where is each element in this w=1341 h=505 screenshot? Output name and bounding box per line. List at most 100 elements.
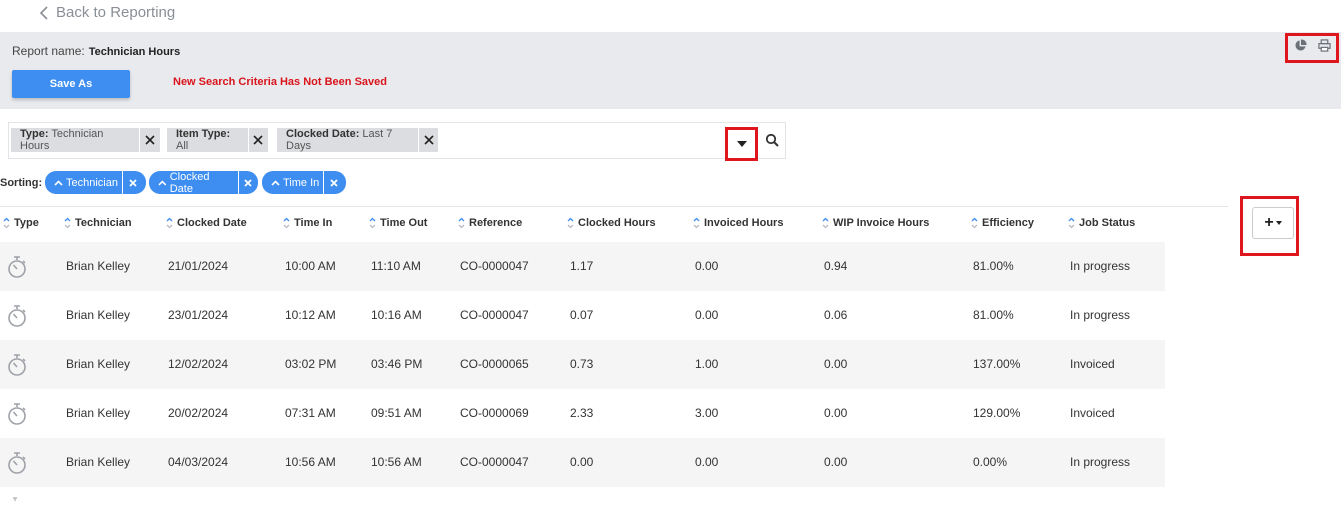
- chart-button[interactable]: [1294, 39, 1307, 57]
- add-column-button[interactable]: +: [1252, 207, 1294, 239]
- remove-filter-clocked-date-button[interactable]: [418, 128, 438, 152]
- chevron-up-icon: [271, 179, 280, 186]
- table-cell: CO-0000065: [460, 357, 529, 371]
- column-header[interactable]: Type: [3, 217, 39, 229]
- table-cell: 12/02/2024: [168, 357, 229, 371]
- sort-icon: [458, 217, 465, 229]
- filter-chip-value: All: [176, 140, 189, 152]
- column-header[interactable]: Time Out: [369, 217, 427, 229]
- close-icon: [145, 135, 155, 145]
- table-row[interactable]: Brian Kelley 20/02/2024 07:31 AM 09:51 AM CO…: [0, 389, 1165, 438]
- table-cell: CO-0000047: [460, 308, 529, 322]
- sort-pill-label: Time In: [283, 176, 320, 189]
- sort-icon: [693, 217, 700, 229]
- table-cell: In progress: [1070, 455, 1131, 469]
- table-cell: 0.94: [824, 259, 848, 273]
- column-header-label: Reference: [469, 217, 523, 229]
- table-cell: 10:00 AM: [285, 259, 336, 273]
- unsaved-warning: New Search Criteria Has Not Been Saved: [173, 76, 387, 88]
- stopwatch-icon: [8, 256, 26, 278]
- stopwatch-icon: [8, 305, 26, 327]
- remove-filter-item-type-button[interactable]: [247, 128, 268, 152]
- table-cell: 1.17: [570, 259, 594, 273]
- table-cell: 3.00: [695, 406, 719, 420]
- table-row[interactable]: Brian Kelley 04/03/2024 10:56 AM 10:56 AM CO…: [0, 438, 1165, 487]
- table-cell: 81.00%: [973, 259, 1014, 273]
- print-button[interactable]: [1317, 39, 1331, 57]
- table-cell: 0.00: [824, 357, 848, 371]
- table-row[interactable]: Brian Kelley 23/01/2024 10:12 AM 10:16 AM CO…: [0, 291, 1165, 340]
- chevron-up-icon: [158, 179, 167, 185]
- pie-chart-icon: [1294, 39, 1307, 51]
- table-cell: In progress: [1070, 308, 1131, 322]
- table-cell: 0.00%: [973, 455, 1008, 469]
- table-cell: 0.00: [824, 455, 848, 469]
- column-header-label: Job Status: [1079, 217, 1136, 229]
- remove-filter-type-button[interactable]: [139, 128, 160, 152]
- divider: [0, 206, 1228, 207]
- sort-icon: [567, 217, 574, 229]
- report-tools: [1285, 33, 1339, 63]
- table-cell: 0.73: [570, 357, 594, 371]
- close-icon: [424, 135, 434, 145]
- close-icon: [129, 178, 137, 187]
- column-header[interactable]: Invoiced Hours: [693, 217, 783, 229]
- table-cell: 0.06: [824, 308, 848, 322]
- print-icon: [1317, 39, 1331, 52]
- sort-pill-label: Clocked Date: [169, 171, 210, 194]
- report-name: Report name: Technician Hours: [12, 44, 180, 58]
- save-as-button[interactable]: Save As: [12, 70, 130, 98]
- table-cell: Brian Kelley: [66, 455, 131, 469]
- table-cell: 0.00: [695, 455, 719, 469]
- sort-icon: [971, 217, 978, 229]
- search-icon[interactable]: [765, 133, 779, 147]
- table-cell: 23/01/2024: [168, 308, 229, 322]
- table-cell: 0.00: [824, 406, 848, 420]
- remove-sort-time-in-button[interactable]: [323, 171, 344, 194]
- close-icon: [253, 135, 264, 145]
- remove-sort-clocked-date-button[interactable]: [237, 171, 258, 194]
- sort-pill-time-in: Time In: [262, 171, 346, 194]
- column-header[interactable]: Job Status: [1068, 217, 1135, 229]
- caret-down-icon: [1275, 221, 1282, 225]
- filter-chip-key: Clocked Date:: [286, 128, 360, 140]
- columns-button-highlight: +: [1240, 196, 1299, 256]
- column-header[interactable]: WIP Invoice Hours: [822, 217, 929, 229]
- column-header[interactable]: Efficiency: [971, 217, 1034, 229]
- table-cell: 03:02 PM: [285, 357, 337, 371]
- table-cell: 81.00%: [973, 308, 1014, 322]
- table-cell: In progress: [1070, 259, 1131, 273]
- table-cell: Brian Kelley: [66, 357, 131, 371]
- table-cell: 0.00: [695, 308, 719, 322]
- column-header[interactable]: Time In: [283, 217, 332, 229]
- filter-chip-clocked-date: Clocked Date: Last 7 Days: [277, 128, 438, 152]
- report-header-band: [0, 32, 1341, 109]
- column-header-label: Efficiency: [982, 217, 1034, 229]
- column-header[interactable]: Reference: [458, 217, 522, 229]
- sort-icon: [283, 217, 290, 229]
- table-cell: 0.00: [695, 259, 719, 273]
- column-header-label: Time In: [294, 217, 333, 229]
- column-header-label: Technician: [75, 217, 132, 229]
- table-row[interactable]: Brian Kelley 21/01/2024 10:00 AM 11:10 AM CO…: [0, 242, 1165, 291]
- column-header[interactable]: Clocked Date: [166, 217, 247, 229]
- column-header[interactable]: Clocked Hours: [567, 217, 656, 229]
- column-header-label: Time Out: [380, 217, 428, 229]
- table-cell: 137.00%: [973, 357, 1021, 371]
- table-row[interactable]: Brian Kelley 12/02/2024 03:02 PM 03:46 PM CO…: [0, 340, 1165, 389]
- close-icon: [244, 178, 252, 187]
- sort-pill-clocked-date: Clocked Date: [149, 171, 258, 194]
- column-header[interactable]: Technician: [64, 217, 132, 229]
- table-cell: 11:10 AM: [371, 259, 421, 273]
- column-header-label: WIP Invoice Hours: [833, 217, 930, 229]
- table-cell: 10:16 AM: [371, 308, 422, 322]
- filter-chip-key: Item Type:: [176, 128, 231, 140]
- sort-icon: [1068, 217, 1075, 229]
- back-to-reporting-link[interactable]: Back to Reporting: [38, 4, 175, 21]
- table-cell: 10:12 AM: [285, 308, 336, 322]
- remove-sort-technician-button[interactable]: [121, 171, 143, 194]
- table-cell: 21/01/2024: [168, 259, 229, 273]
- filter-chip-item-type: Item Type: All: [167, 128, 268, 152]
- filter-dropdown-button[interactable]: [725, 127, 758, 161]
- table-cell: 129.00%: [973, 406, 1021, 420]
